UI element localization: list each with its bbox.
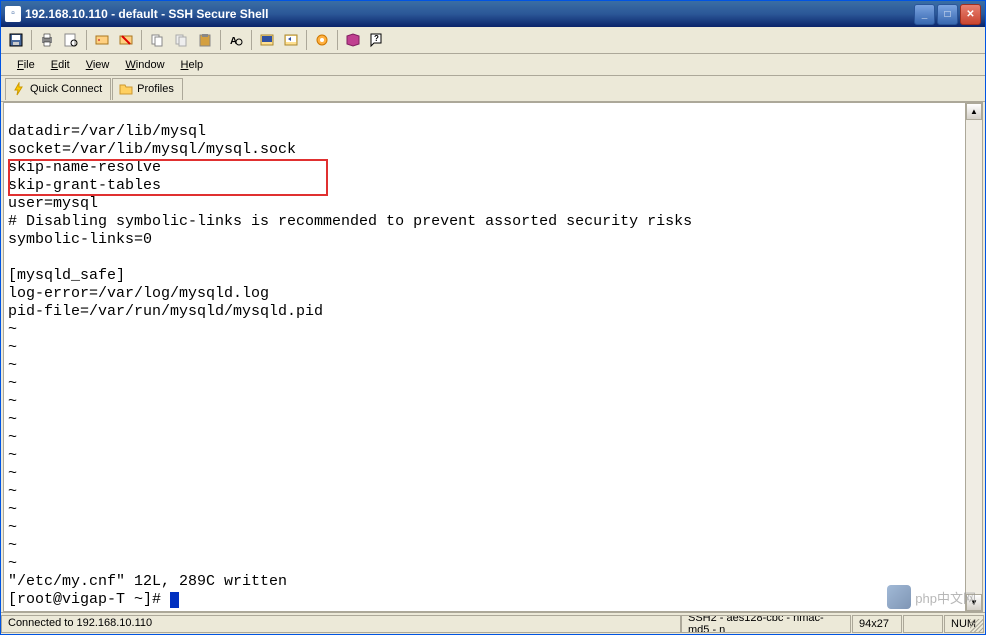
help-icon[interactable] [342,29,364,51]
cut-icon[interactable] [170,29,192,51]
menu-help[interactable]: Help [173,57,212,73]
menu-file[interactable]: File [9,57,43,73]
print-preview-icon[interactable] [60,29,82,51]
terminal-icon[interactable] [256,29,278,51]
toolbar: A ? [1,27,985,54]
menu-edit[interactable]: Edit [43,57,78,73]
copy-icon[interactable] [146,29,168,51]
vertical-scrollbar[interactable]: ▲ ▼ [965,103,982,611]
watermark: php中文网 [887,585,976,609]
close-button[interactable]: ✕ [960,4,981,25]
terminal-content[interactable]: datadir=/var/lib/mysql socket=/var/lib/m… [4,103,982,612]
status-ssh-info: SSH2 - aes128-cbc - hmac-md5 - n [681,615,851,633]
disconnect-icon[interactable] [115,29,137,51]
profiles-button[interactable]: Profiles [112,78,183,100]
terminal-output: datadir=/var/lib/mysql socket=/var/lib/m… [8,123,978,612]
settings-icon[interactable] [311,29,333,51]
toolbar-separator [31,30,32,50]
toolbar-separator [337,30,338,50]
profiles-label: Profiles [137,83,174,95]
resize-grip-icon[interactable] [970,619,984,633]
quick-connect-label: Quick Connect [30,83,102,95]
context-help-icon[interactable]: ? [366,29,388,51]
folder-icon [119,82,133,96]
print-icon[interactable] [36,29,58,51]
window-controls: _ □ ✕ [914,4,981,25]
maximize-button[interactable]: □ [937,4,958,25]
cursor-icon [170,592,179,608]
quickbar: Quick Connect Profiles [1,76,985,102]
watermark-text: php中文网 [915,588,976,607]
main-window: ▫ 192.168.10.110 - default - SSH Secure … [0,0,986,635]
find-icon[interactable]: A [225,29,247,51]
menu-window[interactable]: Window [117,57,172,73]
status-connection: Connected to 192.168.10.110 [1,615,681,633]
toolbar-separator [251,30,252,50]
shell-prompt: [root@vigap-T ~]# [8,591,170,608]
quick-connect-button[interactable]: Quick Connect [5,78,111,100]
toolbar-separator [141,30,142,50]
terminal-area[interactable]: datadir=/var/lib/mysql socket=/var/lib/m… [3,102,983,612]
paste-icon[interactable] [194,29,216,51]
toolbar-separator [306,30,307,50]
save-icon[interactable] [5,29,27,51]
statusbar: Connected to 192.168.10.110 SSH2 - aes12… [1,612,985,634]
app-icon: ▫ [5,6,21,22]
status-caps [903,615,943,633]
window-title: 192.168.10.110 - default - SSH Secure Sh… [25,7,914,21]
toolbar-separator [220,30,221,50]
toolbar-separator [86,30,87,50]
menubar: File Edit View Window Help [1,54,985,76]
file-transfer-icon[interactable] [280,29,302,51]
minimize-button[interactable]: _ [914,4,935,25]
lightning-icon [12,82,26,96]
titlebar[interactable]: ▫ 192.168.10.110 - default - SSH Secure … [1,1,985,27]
menu-view[interactable]: View [78,57,118,73]
connect-icon[interactable] [91,29,113,51]
scroll-up-button[interactable]: ▲ [966,103,982,120]
watermark-icon [887,585,911,609]
svg-text:?: ? [374,34,379,43]
status-dimensions: 94x27 [852,615,902,633]
scroll-track[interactable] [966,120,982,594]
